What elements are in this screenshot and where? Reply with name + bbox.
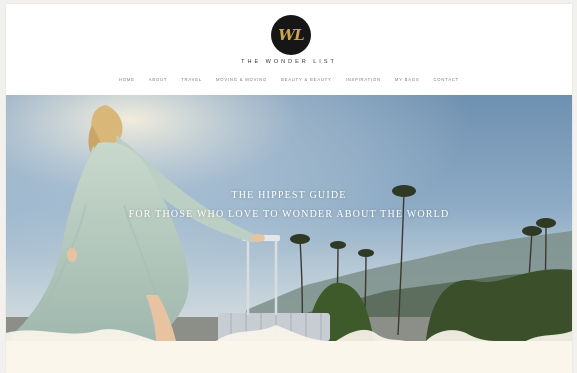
nav-item-travel[interactable]: TRAVEL <box>181 77 202 82</box>
nav-item-beauty[interactable]: BEAUTY & BEAUTY <box>281 77 332 82</box>
site-header: WL THE WONDER LIST HOME ABOUT TRAVEL MOV… <box>6 4 572 94</box>
site-frame: WL THE WONDER LIST HOME ABOUT TRAVEL MOV… <box>6 4 572 373</box>
logo-monogram: WL <box>278 26 304 44</box>
nav-item-inspiration[interactable]: INSPIRATION <box>346 77 381 82</box>
nav-item-my-bags[interactable]: MY BAGS <box>395 77 420 82</box>
nav-item-home[interactable]: HOME <box>119 77 135 82</box>
content-band <box>6 341 572 373</box>
logo[interactable]: WL <box>271 15 311 55</box>
nav-item-moving[interactable]: MOVING & MOVING <box>216 77 267 82</box>
hero-subtitle: FOR THOSE WHO LOVE TO WONDER ABOUT THE W… <box>128 209 450 220</box>
nav-item-contact[interactable]: CONTACT <box>433 77 459 82</box>
hero-banner: THE HIPPEST GUIDE FOR THOSE WHO LOVE TO … <box>6 95 572 341</box>
hero-title: THE HIPPEST GUIDE <box>231 190 347 201</box>
main-nav: HOME ABOUT TRAVEL MOVING & MOVING BEAUTY… <box>6 77 572 82</box>
nav-item-about[interactable]: ABOUT <box>149 77 167 82</box>
brand-name: THE WONDER LIST <box>241 59 337 65</box>
